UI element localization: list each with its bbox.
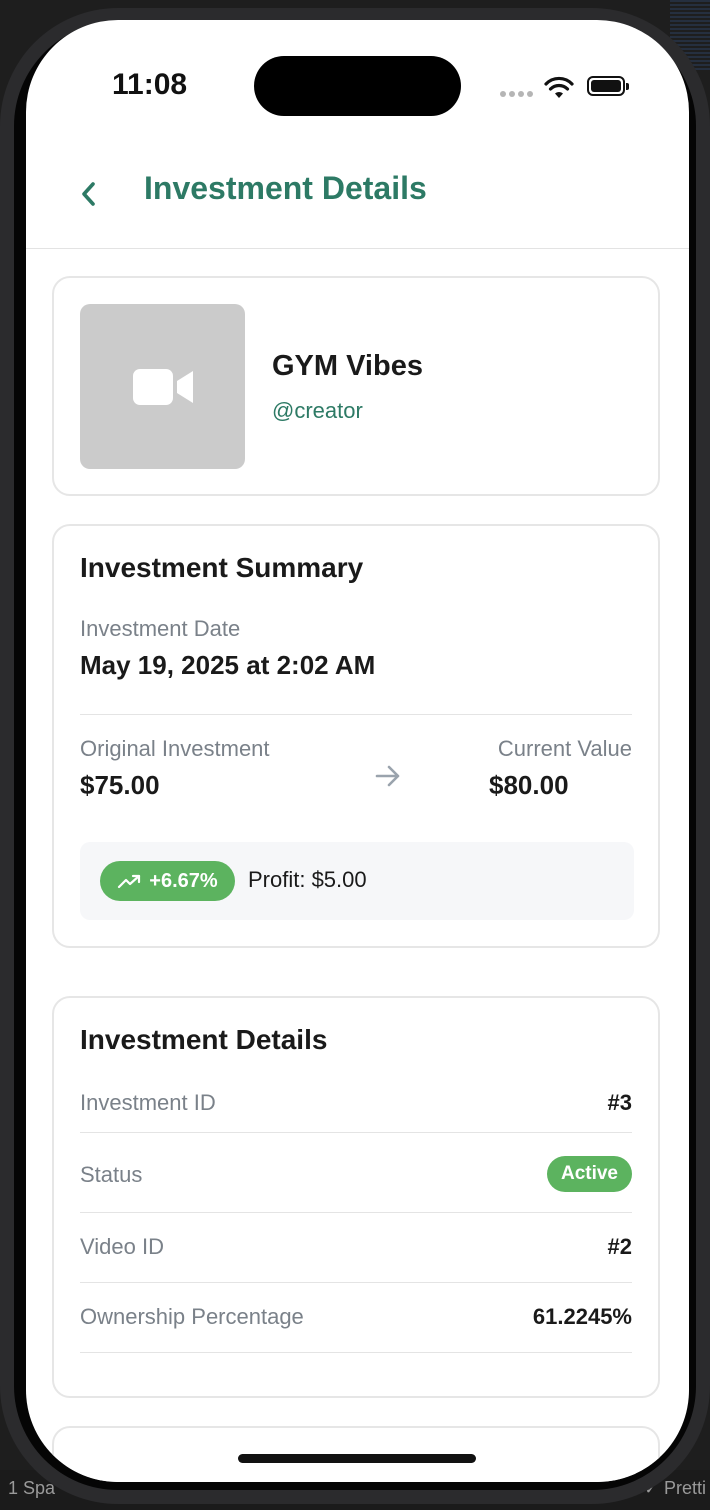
detail-label: Investment ID	[80, 1090, 216, 1115]
detail-row-investment-id: Investment ID #3	[80, 1072, 632, 1133]
investment-date-value: May 19, 2025 at 2:02 AM	[80, 650, 376, 680]
detail-label: Status	[80, 1162, 143, 1187]
current-value-amount: $80.00	[489, 770, 569, 800]
profit-box: +6.67% Profit: $5.00	[80, 842, 634, 920]
detail-row-ownership: Ownership Percentage 61.2245%	[80, 1282, 632, 1353]
profit-text: Profit: $5.00	[248, 867, 367, 892]
detail-label: Video ID	[80, 1234, 164, 1259]
investment-date-label: Investment Date	[80, 616, 241, 641]
chevron-left-icon	[82, 182, 95, 206]
detail-value: #3	[607, 1090, 632, 1115]
back-button[interactable]	[66, 172, 110, 216]
nav-header: Investment Details	[26, 160, 689, 249]
investment-summary-card: Investment Summary Investment Date May 1…	[52, 524, 660, 948]
current-value-label: Current Value	[497, 736, 632, 761]
arrow-right-icon	[375, 765, 400, 787]
trending-up-icon	[118, 874, 141, 889]
status-time: 11:08	[112, 68, 188, 101]
original-investment-value: $75.00	[80, 770, 160, 800]
status-badge: Active	[546, 1156, 632, 1192]
video-title: GYM Vibes	[272, 350, 423, 382]
change-percent-text: +6.67%	[149, 869, 218, 892]
investment-details-card: Investment Details Investment ID #3 Stat…	[52, 996, 660, 1398]
summary-heading: Investment Summary	[80, 552, 364, 583]
video-thumbnail[interactable]	[80, 304, 245, 469]
detail-row-status: Status Active	[80, 1134, 632, 1213]
original-investment-label: Original Investment	[80, 736, 270, 761]
details-heading: Investment Details	[80, 1024, 328, 1055]
change-percent-badge: +6.67%	[100, 861, 235, 901]
creator-link[interactable]: @creator	[272, 398, 363, 424]
video-camera-icon	[132, 368, 193, 405]
battery-icon	[587, 76, 629, 96]
page-title: Investment Details	[144, 170, 427, 206]
video-card[interactable]: GYM Vibes @creator	[52, 276, 660, 496]
wifi-icon	[544, 76, 574, 98]
phone-screen: 11:08 Investment Details GYM Vibes @crea…	[26, 20, 689, 1482]
cellular-signal-icon	[500, 91, 534, 97]
dynamic-island	[254, 56, 461, 116]
detail-label: Ownership Percentage	[80, 1304, 304, 1329]
summary-divider	[80, 714, 632, 715]
detail-value: #2	[607, 1234, 632, 1259]
detail-value: 61.2245%	[532, 1304, 632, 1329]
home-indicator[interactable]	[238, 1454, 476, 1463]
detail-row-video-id: Video ID #2	[80, 1212, 632, 1283]
